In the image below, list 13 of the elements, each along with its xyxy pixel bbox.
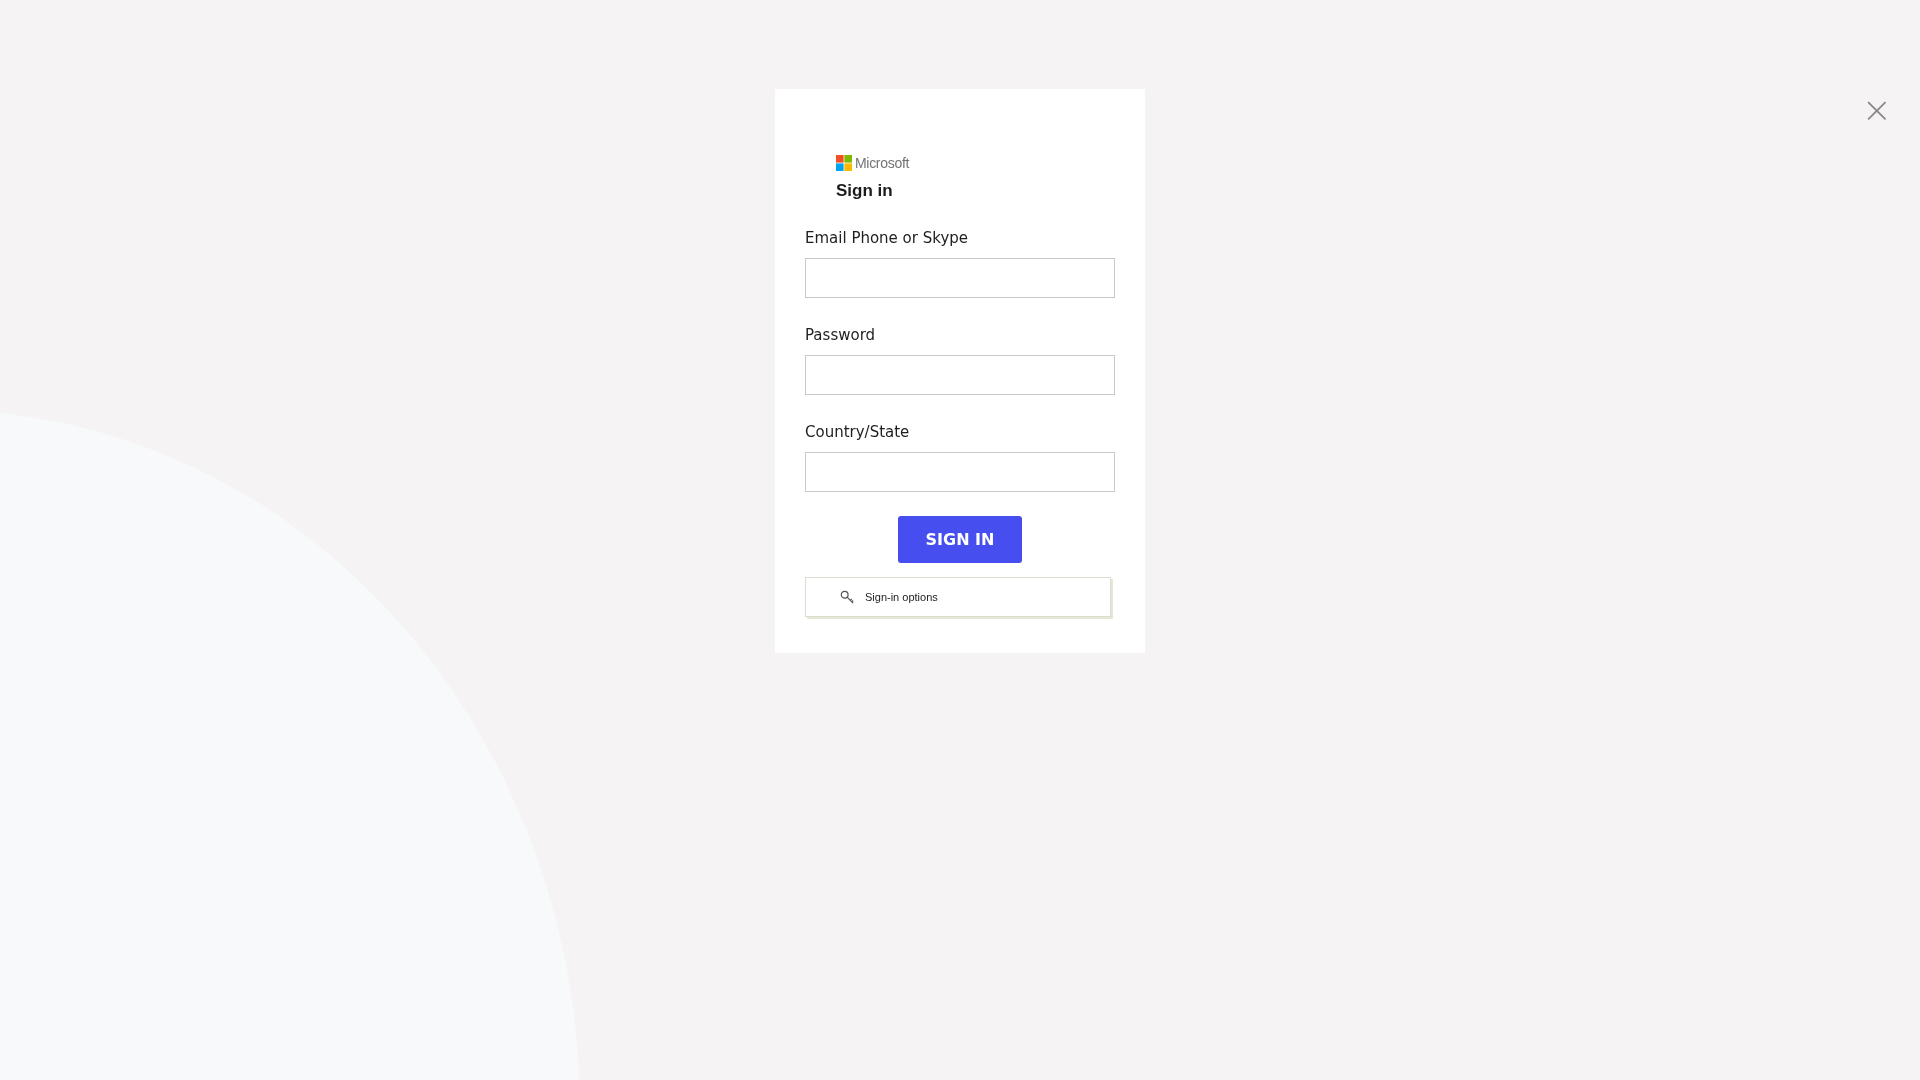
close-button[interactable]: × bbox=[1861, 92, 1892, 128]
field-label: Country/State bbox=[805, 423, 911, 441]
input-field[interactable] bbox=[805, 452, 1115, 492]
input-field[interactable] bbox=[805, 258, 1115, 298]
field-label: Password bbox=[805, 326, 877, 344]
input-field[interactable] bbox=[805, 355, 1115, 395]
dialog-title: Sign in bbox=[836, 181, 894, 201]
sign-in-button[interactable]: SIGN IN bbox=[898, 516, 1022, 563]
sign-in-options-button[interactable]: Sign-in options bbox=[805, 577, 1111, 617]
four-squares-logo-icon bbox=[836, 155, 852, 171]
key-icon bbox=[840, 589, 855, 605]
field-label: Email Phone or Skype bbox=[805, 229, 970, 247]
brand-name: Microsoft bbox=[855, 155, 910, 171]
